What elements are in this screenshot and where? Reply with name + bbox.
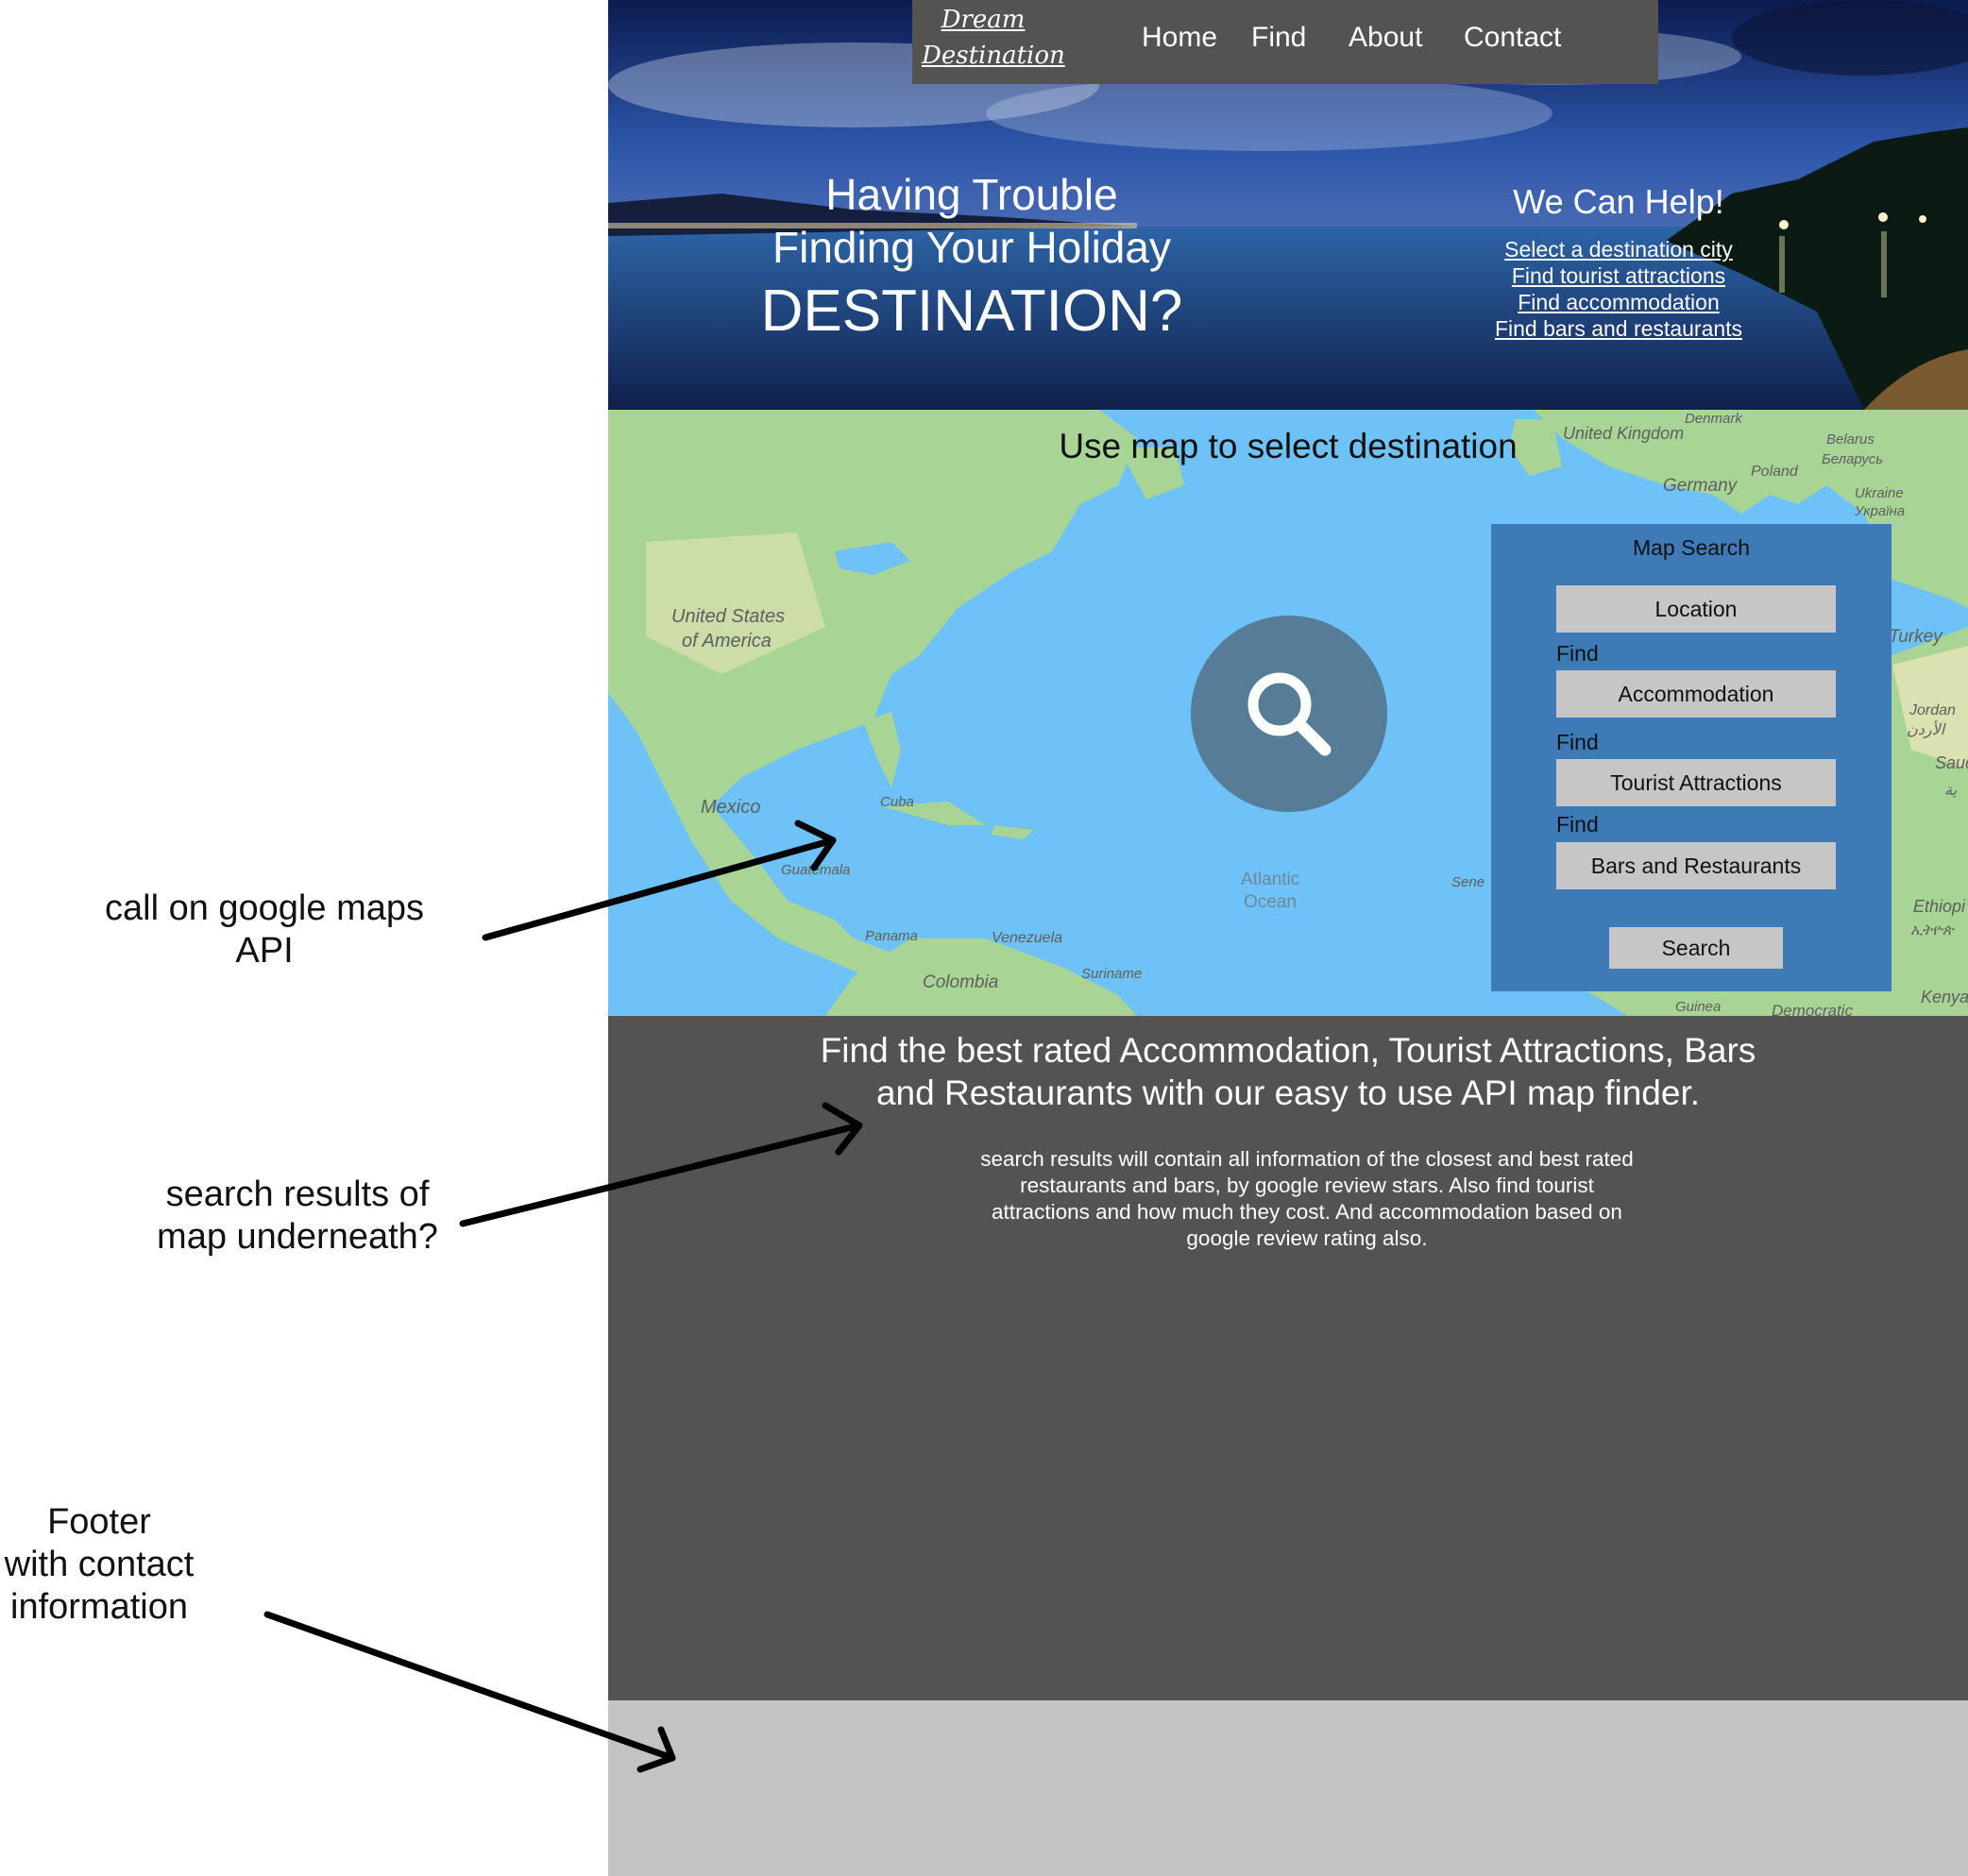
results-description: search results will contain all informat… <box>939 1146 1675 1252</box>
label-ukraine-local: Україна <box>1854 503 1905 519</box>
annotation-maps-api: call on google maps API <box>85 887 444 972</box>
annotation-line: API <box>235 931 294 971</box>
label-panama: Panama <box>865 928 918 944</box>
results-heading: Find the best rated Accommodation, Touri… <box>788 1029 1789 1114</box>
annotation-line: call on google maps <box>105 888 424 928</box>
label-atlantic-line-2: Ocean <box>1244 892 1297 912</box>
map-search-button[interactable] <box>1191 616 1387 812</box>
annotation-line: search results of <box>165 1175 430 1214</box>
help-panel: We Can Help! Select a destination city F… <box>1430 177 1807 342</box>
label-saudi: Saud <box>1935 753 1968 772</box>
label-turkey: Turkey <box>1889 627 1943 647</box>
hero-line-1: Having Trouble <box>825 170 1118 219</box>
bars-restaurants-field[interactable]: Bars and Restaurants <box>1556 842 1836 889</box>
label-mexico: Mexico <box>701 797 760 818</box>
find-label: Find <box>1556 730 1599 754</box>
link-select-destination[interactable]: Select a destination city <box>1430 236 1807 262</box>
results-description-line: attractions and how much they cost. And … <box>992 1200 1622 1224</box>
site-logo[interactable]: Dream Destination <box>922 2 1065 74</box>
label-ukraine: Ukraine <box>1855 485 1904 501</box>
annotation-line: information <box>10 1587 188 1627</box>
label-usa-line-2: of America <box>682 631 772 651</box>
footer <box>608 1700 1968 1876</box>
hero-line-2: Finding Your Holiday <box>772 223 1171 272</box>
label-usa-line-1: United States <box>671 606 785 627</box>
results-heading-line: and Restaurants with our easy to use API… <box>875 1073 1701 1112</box>
map-title: Use map to select destination <box>1059 427 1518 465</box>
accommodation-field[interactable]: Accommodation <box>1556 670 1836 718</box>
tourist-attractions-field[interactable]: Tourist Attractions <box>1556 759 1836 806</box>
website-mockup: Dream Destination Home Find About Contac… <box>608 0 1968 1876</box>
label-cuba: Cuba <box>880 794 914 810</box>
annotation-line: with contact <box>4 1545 195 1584</box>
search-results-section: Find the best rated Accommodation, Touri… <box>608 1016 1968 1700</box>
hero-headline: Having Trouble Finding Your Holiday DEST… <box>740 168 1203 346</box>
nav-find[interactable]: Find <box>1251 19 1306 57</box>
search-icon <box>1247 672 1332 756</box>
map-section[interactable]: United Kingdom Denmark Belarus Беларусь … <box>608 410 1968 1016</box>
nav-home[interactable]: Home <box>1142 19 1217 57</box>
label-jordan-local: الأردن <box>1907 719 1946 738</box>
link-bars-restaurants[interactable]: Find bars and restaurants <box>1430 315 1807 342</box>
label-senegal: Sene <box>1451 874 1484 890</box>
annotation-search-results: search results of map underneath? <box>123 1174 472 1259</box>
label-guinea: Guinea <box>1675 999 1721 1015</box>
hero-section: Dream Destination Home Find About Contac… <box>608 0 1968 410</box>
label-saudi-local: ية <box>1944 783 1958 799</box>
results-heading-line: Find the best rated Accommodation, Touri… <box>820 1031 1756 1070</box>
search-button[interactable]: Search <box>1609 927 1783 969</box>
navbar: Dream Destination Home Find About Contac… <box>912 0 1658 84</box>
label-democratic: Democratic <box>1772 1002 1853 1016</box>
results-description-line: google review rating also. <box>1186 1226 1428 1250</box>
label-ethiopia-local: ኢትዮጵ <box>1910 922 1955 938</box>
logo-line: Dream <box>941 6 1026 34</box>
label-suriname: Suriname <box>1081 966 1142 982</box>
link-tourist-attractions[interactable]: Find tourist attractions <box>1430 262 1807 289</box>
label-colombia: Colombia <box>923 972 998 992</box>
nav-contact[interactable]: Contact <box>1464 19 1561 57</box>
find-label: Find <box>1556 812 1599 837</box>
nav-about[interactable]: About <box>1349 19 1422 57</box>
label-atlantic-line-1: Atlantic <box>1241 870 1299 889</box>
logo-line: Destination <box>922 42 1065 70</box>
label-venezuela: Venezuela <box>992 930 1062 946</box>
label-jordan: Jordan <box>1909 702 1956 718</box>
hero-line-3: DESTINATION? <box>760 279 1183 344</box>
results-description-line: search results will contain all informat… <box>980 1147 1634 1171</box>
label-germany: Germany <box>1663 476 1739 496</box>
results-description-line: restaurants and bars, by google review s… <box>1020 1174 1594 1197</box>
label-guatemala: Guatemala <box>781 862 850 878</box>
map-search-title: Map Search <box>1632 535 1750 560</box>
annotation-line: Footer <box>47 1502 151 1542</box>
help-title: We Can Help! <box>1513 182 1724 221</box>
link-accommodation[interactable]: Find accommodation <box>1430 289 1807 315</box>
label-ethiopia: Ethiopi <box>1913 897 1966 916</box>
label-kenya: Kenya <box>1921 988 1968 1006</box>
find-label: Find <box>1556 641 1599 666</box>
annotation-footer: Footer with contact information <box>0 1501 198 1629</box>
annotation-line: map underneath? <box>157 1217 438 1257</box>
map-search-panel: Map Search Location Find Accommodation F… <box>1491 524 1892 991</box>
location-field[interactable]: Location <box>1556 585 1836 633</box>
